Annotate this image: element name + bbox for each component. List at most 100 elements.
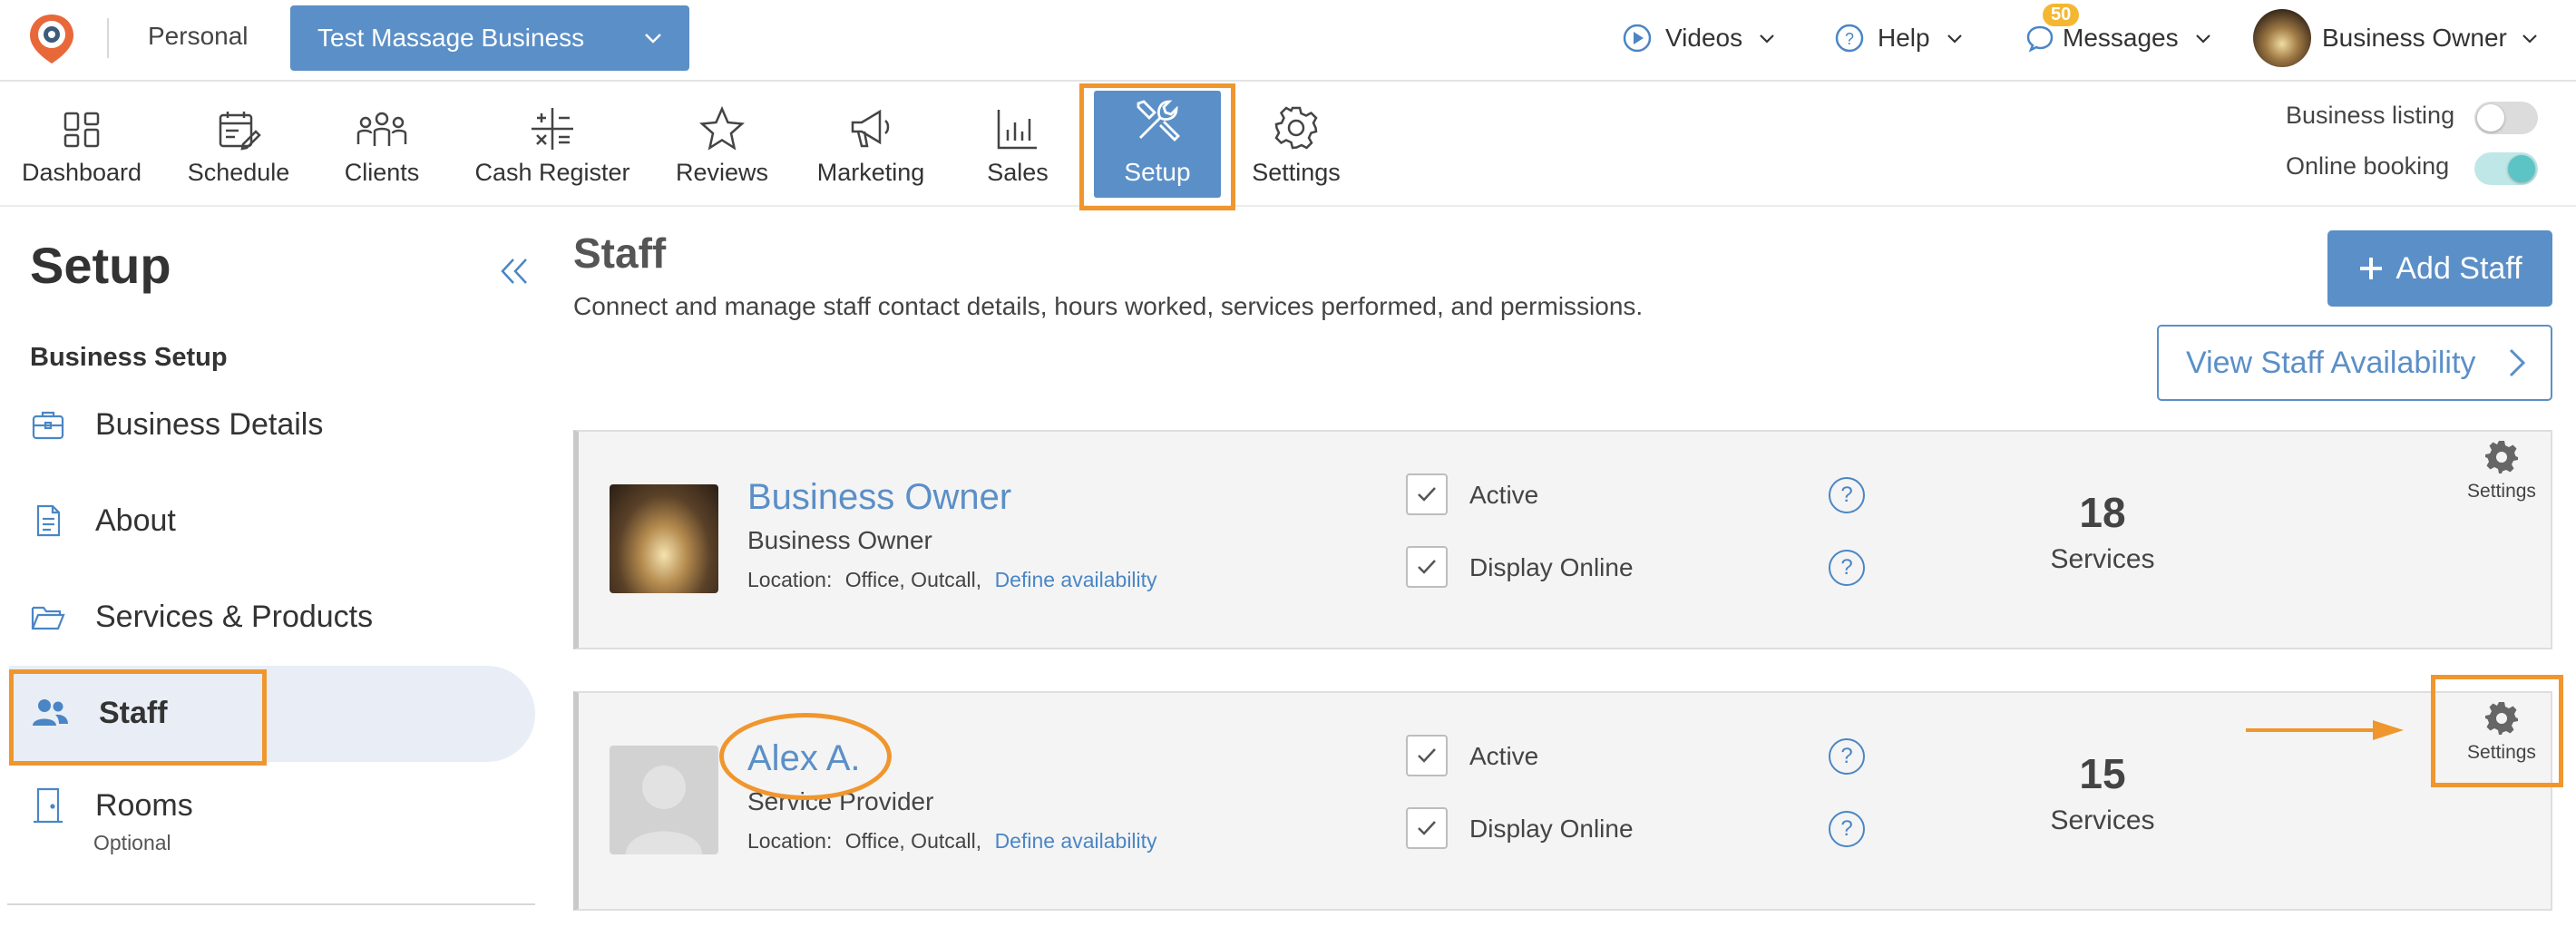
display-online-checkbox[interactable] bbox=[1406, 807, 1448, 849]
avatar[interactable] bbox=[2253, 9, 2311, 67]
services-label: Services bbox=[2050, 544, 2155, 574]
sidebar-item-about[interactable]: About bbox=[30, 503, 176, 539]
svg-text:?: ? bbox=[1845, 30, 1854, 48]
sidebar-item-label: Rooms bbox=[95, 787, 193, 823]
view-staff-availability-button[interactable]: View Staff Availability bbox=[2157, 325, 2552, 401]
section-label: Business Setup bbox=[30, 343, 228, 372]
services-count: 15 bbox=[2079, 750, 2126, 797]
personal-link[interactable]: Personal bbox=[148, 22, 249, 51]
display-online-checkbox[interactable] bbox=[1406, 546, 1448, 588]
location-values: Office, Outcall, bbox=[844, 568, 982, 591]
chevron-down-icon bbox=[1947, 34, 1962, 44]
active-checkbox[interactable] bbox=[1406, 473, 1448, 515]
active-label: Active bbox=[1469, 742, 1539, 770]
videos-label: Videos bbox=[1665, 24, 1743, 52]
play-circle-icon bbox=[1623, 24, 1652, 53]
divider bbox=[7, 903, 535, 905]
business-select-label: Test Massage Business bbox=[317, 24, 585, 52]
define-availability-link[interactable]: Define availability bbox=[995, 568, 1157, 591]
person-silhouette-icon bbox=[626, 766, 702, 854]
gear-icon bbox=[1274, 106, 1318, 150]
plus-icon bbox=[2360, 258, 2383, 279]
nav-settings[interactable]: Settings bbox=[1244, 98, 1348, 196]
business-select[interactable]: Test Massage Business bbox=[290, 5, 689, 71]
define-availability-link[interactable]: Define availability bbox=[995, 829, 1157, 853]
help-icon[interactable]: ? bbox=[1829, 811, 1865, 847]
settings-label: Settings bbox=[2467, 481, 2536, 502]
chevron-down-icon bbox=[1760, 34, 1774, 44]
staff-card: Business Owner Business Owner Location: … bbox=[573, 430, 2552, 649]
sidebar-item-services-products[interactable]: Services & Products bbox=[30, 599, 373, 635]
nav-dashboard[interactable]: Dashboard bbox=[16, 98, 147, 196]
services-count: 18 bbox=[2079, 489, 2126, 536]
nav-clients-label: Clients bbox=[344, 159, 420, 186]
user-name: Business Owner bbox=[2322, 24, 2507, 52]
megaphone-icon bbox=[851, 109, 890, 148]
sidebar-item-business-details[interactable]: Business Details bbox=[30, 406, 323, 443]
business-listing-toggle[interactable] bbox=[2474, 102, 2538, 134]
top-bar: Personal Test Massage Business Videos ? … bbox=[0, 0, 2576, 82]
display-online-label: Display Online bbox=[1469, 815, 1634, 843]
location-label: Location: bbox=[747, 829, 833, 853]
staff-name-link[interactable]: Business Owner bbox=[747, 477, 1011, 518]
door-icon bbox=[34, 787, 63, 824]
add-staff-button[interactable]: Add Staff bbox=[2327, 230, 2552, 307]
briefcase-icon bbox=[32, 411, 64, 440]
location-values: Office, Outcall, bbox=[844, 829, 982, 853]
arrow-right-icon bbox=[2246, 720, 2404, 740]
staff-location: Location: Office, Outcall, Define availa… bbox=[747, 568, 1157, 592]
online-booking-toggle[interactable] bbox=[2474, 152, 2538, 185]
nav-settings-label: Settings bbox=[1252, 159, 1341, 186]
active-checkbox[interactable] bbox=[1406, 735, 1448, 776]
sidebar-item-label: Business Details bbox=[95, 406, 324, 442]
collapse-sidebar-icon[interactable] bbox=[497, 254, 532, 288]
check-icon bbox=[1418, 821, 1436, 835]
nav-marketing[interactable]: Marketing bbox=[805, 98, 936, 196]
staff-photo-placeholder bbox=[610, 746, 718, 854]
bar-chart-icon bbox=[997, 110, 1037, 150]
chat-bubble-icon bbox=[2026, 25, 2054, 53]
videos-menu[interactable]: Videos bbox=[1622, 18, 1777, 58]
nav-marketing-label: Marketing bbox=[816, 159, 925, 186]
staff-settings-button[interactable]: Settings bbox=[2456, 439, 2547, 503]
staff-role: Business Owner bbox=[747, 526, 932, 554]
help-icon[interactable]: ? bbox=[1829, 477, 1865, 513]
help-menu[interactable]: ? Help bbox=[1834, 18, 1965, 58]
check-icon bbox=[1418, 560, 1436, 574]
calendar-edit-icon bbox=[219, 112, 261, 151]
help-icon[interactable]: ? bbox=[1829, 550, 1865, 586]
sidebar-item-label: About bbox=[95, 503, 176, 538]
logo-icon[interactable] bbox=[25, 11, 78, 67]
nav-sales[interactable]: Sales bbox=[971, 98, 1065, 196]
view-staff-availability-label: View Staff Availability bbox=[2186, 345, 2476, 380]
calculator-icon bbox=[532, 108, 573, 150]
page-title: Staff bbox=[573, 229, 667, 277]
folder-icon bbox=[31, 606, 65, 630]
sidebar-item-rooms[interactable]: Rooms bbox=[30, 786, 193, 825]
nav-schedule-label: Schedule bbox=[187, 159, 290, 186]
nav-schedule[interactable]: Schedule bbox=[178, 98, 299, 196]
sidebar-item-sublabel: Optional bbox=[93, 831, 171, 854]
nav-clients[interactable]: Clients bbox=[332, 98, 432, 196]
nav-cash-register[interactable]: Cash Register bbox=[466, 98, 639, 196]
highlight-ellipse bbox=[719, 713, 892, 800]
divider bbox=[107, 18, 109, 58]
document-icon bbox=[36, 504, 61, 537]
add-staff-label: Add Staff bbox=[2395, 250, 2522, 286]
staff-location: Location: Office, Outcall, Define availa… bbox=[747, 829, 1157, 854]
check-icon bbox=[1418, 487, 1436, 502]
help-icon[interactable]: ? bbox=[1829, 738, 1865, 775]
services-label: Services bbox=[2050, 805, 2155, 835]
chevron-down-icon bbox=[645, 34, 661, 44]
nav-reviews[interactable]: Reviews bbox=[668, 98, 776, 196]
location-label: Location: bbox=[747, 568, 833, 591]
active-label: Active bbox=[1469, 481, 1539, 509]
chevron-down-icon bbox=[2522, 34, 2537, 44]
nav-sales-label: Sales bbox=[987, 159, 1049, 186]
staff-photo bbox=[610, 484, 718, 593]
toggle-knob bbox=[2477, 104, 2504, 132]
gear-icon bbox=[2485, 441, 2518, 473]
user-menu[interactable]: Business Owner bbox=[2322, 18, 2540, 58]
help-label: Help bbox=[1878, 24, 1930, 52]
nav-reviews-label: Reviews bbox=[675, 159, 769, 186]
